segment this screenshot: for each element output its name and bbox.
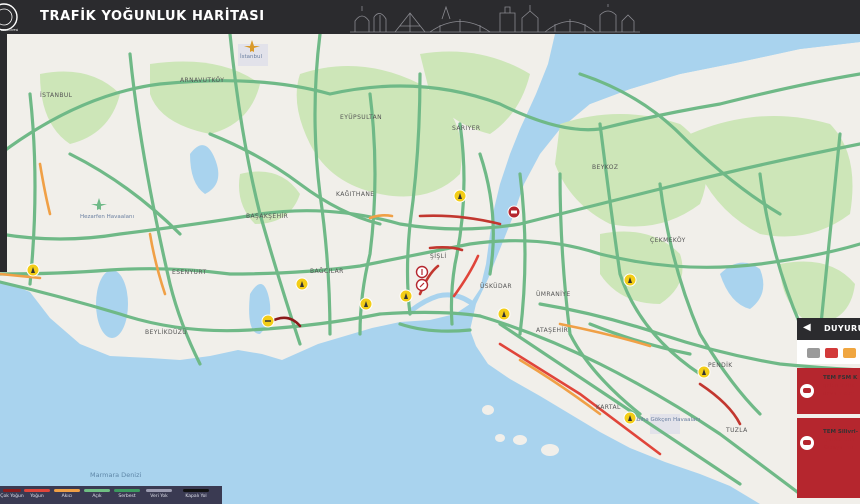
- legend-item: Yoğun: [22, 487, 52, 503]
- label-bagcilar: BAĞCILAR: [310, 268, 344, 275]
- legend-label: Çok Yoğun: [0, 494, 24, 499]
- label-esenyurt: ESENYURT: [172, 269, 207, 276]
- label-basaksehir: BAŞAKŞEHİR: [246, 213, 288, 220]
- road-closure-marker-icon[interactable]: [415, 265, 429, 279]
- roadwork-marker-icon[interactable]: [295, 277, 309, 291]
- roadwork-marker-icon[interactable]: [623, 411, 637, 425]
- legend-label: Veri Yok: [150, 494, 168, 499]
- app-header: BELEDİYESİ TRAFİK YOĞUNLUK HARİTASI: [0, 0, 860, 34]
- traffic-legend: Çok Yoğun Yoğun Akıcı Açık Serbest Veri …: [0, 486, 222, 504]
- announcement-line: gelen trafik: [823, 383, 855, 389]
- announcement-line: TEM FSM K: [823, 375, 858, 381]
- legend-label: Kapalı Yol: [185, 494, 207, 499]
- label-tuzla: TUZLA: [725, 427, 748, 434]
- announcement-line: devam etm: [823, 391, 855, 397]
- label-marmara-sea: Marmara Denizi: [90, 471, 142, 479]
- map-side-toolbar[interactable]: [0, 34, 7, 272]
- label-sariyer: SARIYER: [452, 125, 480, 132]
- announcement-filters: [797, 340, 860, 364]
- label-cekmekoy: ÇEKMEKÖY: [650, 237, 686, 244]
- announcement-line: Kazaya mü: [823, 445, 854, 451]
- announcements-header[interactable]: ◀ DUYURU: [797, 318, 860, 340]
- filter-accident-icon[interactable]: [825, 348, 838, 358]
- legend-swatch: [84, 489, 110, 492]
- filter-roadwork-icon[interactable]: [843, 348, 856, 358]
- roadwork-marker-icon[interactable]: [399, 289, 413, 303]
- roadwork-marker-icon[interactable]: [497, 307, 511, 321]
- label-sisli: ŞİŞLİ: [430, 253, 447, 260]
- legend-item: Kapalı Yol: [176, 487, 216, 503]
- roadwork-marker-icon[interactable]: [697, 365, 711, 379]
- label-kartal: KARTAL: [596, 404, 621, 411]
- accident-icon: [800, 436, 814, 450]
- label-kagithane: KAĞITHANE: [336, 191, 374, 198]
- legend-item: Veri Yok: [142, 487, 176, 503]
- announcement-line: (yaralanma: [823, 437, 855, 443]
- label-pendik: PENDİK: [708, 362, 733, 369]
- label-beylikduzu: BEYLİKDÜZÜ: [145, 329, 187, 336]
- legend-swatch: [183, 489, 209, 492]
- announcement-item[interactable]: TEM FSM K gelen trafik devam etm: [797, 368, 860, 414]
- legend-item: Akıcı: [52, 487, 82, 503]
- legend-swatch: [114, 489, 140, 492]
- label-istanbul-airport: İstanbul: [240, 53, 262, 60]
- legend-item: Açık: [82, 487, 112, 503]
- legend-swatch: [54, 489, 80, 492]
- label-uskudar: ÜSKÜDAR: [480, 283, 512, 290]
- istanbul-skyline-graphic: [350, 4, 640, 33]
- page-title: TRAFİK YOĞUNLUK HARİTASI: [40, 9, 265, 24]
- svg-text:BELEDİYESİ: BELEDİYESİ: [1, 27, 18, 32]
- legend-swatch: [146, 489, 172, 492]
- label-sabiha-gokcen: Sabiha Gökçen Havaalanı: [630, 417, 701, 423]
- roadwork-marker-icon[interactable]: [359, 297, 373, 311]
- filter-all-icon[interactable]: [807, 348, 820, 358]
- roadwork-marker-icon[interactable]: [26, 263, 40, 277]
- buyukcekmece-lake: [96, 270, 128, 338]
- speaker-icon: ◀: [803, 322, 811, 333]
- label-eyupsultan: EYÜPSULTAN: [340, 114, 382, 121]
- announcements-title: DUYURU: [824, 324, 860, 333]
- roadwork-marker-icon[interactable]: [623, 273, 637, 287]
- legend-item: Serbest: [112, 487, 142, 503]
- announcement-line: TEM Silivri-: [823, 429, 858, 435]
- legend-label: Akıcı: [61, 494, 73, 499]
- roadwork-marker-icon[interactable]: [453, 189, 467, 203]
- legend-swatch: [3, 489, 21, 492]
- roadwork-marker-icon[interactable]: [261, 314, 275, 328]
- label-istanbul: İSTANBUL: [40, 92, 73, 99]
- traffic-map[interactable]: İSTANBUL ARNAVUTKÖY EYÜPSULTAN SARIYER B…: [0, 34, 860, 504]
- legend-label: Yoğun: [30, 494, 44, 499]
- road-closure-marker-icon[interactable]: [415, 278, 429, 292]
- legend-item: Çok Yoğun: [0, 487, 24, 503]
- legend-label: Serbest: [118, 494, 136, 499]
- label-atasehir: ATAŞEHİR: [536, 327, 568, 334]
- accident-icon: [800, 384, 814, 398]
- label-hezarfen: Hezarfen Havaalanı: [80, 214, 134, 220]
- announcements-panel: ◀ DUYURU TEM FSM K gelen trafik devam et…: [797, 318, 860, 504]
- announcement-item[interactable]: TEM Silivri- (yaralanma Kazaya mü: [797, 418, 860, 498]
- legend-swatch: [24, 489, 50, 492]
- label-umraniye: ÜMRANİYE: [536, 291, 571, 298]
- label-beykoz: BEYKOZ: [592, 164, 618, 171]
- label-arnavutkoy: ARNAVUTKÖY: [180, 77, 224, 84]
- accident-marker-icon[interactable]: [507, 205, 521, 219]
- ibb-logo: BELEDİYESİ: [0, 3, 18, 32]
- legend-label: Açık: [92, 494, 102, 499]
